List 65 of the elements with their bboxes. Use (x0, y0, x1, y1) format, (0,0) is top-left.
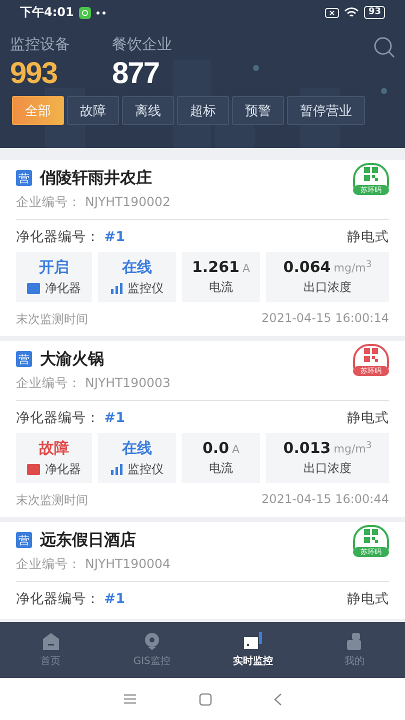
metric-value: 0.0 (202, 439, 230, 457)
last-time-value: 2021-04-15 16:00:14 (262, 311, 389, 327)
status-tag: 营 (16, 351, 32, 367)
metric-value: 0.013 (283, 439, 331, 457)
stat-label: 监控设备 (10, 35, 70, 54)
person-icon (345, 632, 364, 650)
map-pin-icon (142, 632, 161, 650)
metric-label: 出口浓度 (304, 279, 352, 296)
status-label: 监控仪 (128, 280, 164, 296)
search-icon[interactable] (373, 36, 395, 58)
back-icon[interactable] (274, 692, 282, 706)
purifier-number: 净化器编号： #1 (16, 590, 126, 608)
last-time-label: 末次监测时间 (16, 492, 88, 509)
purifier-number: 净化器编号： #1 (16, 409, 126, 427)
qr-code-icon (364, 529, 378, 543)
home-square-icon[interactable] (199, 692, 212, 706)
wifi-icon (344, 7, 360, 18)
status-label: 净化器 (45, 280, 81, 296)
qr-code-icon (364, 167, 378, 181)
purifier-type: 静电式 (347, 228, 389, 246)
signal-bars-icon (110, 464, 122, 474)
sim-icon (325, 8, 340, 18)
house-icon (42, 632, 60, 650)
metric-unit: mg/m$^{3}$ (334, 440, 372, 456)
metric-unit: A (232, 443, 240, 456)
filter-tab[interactable]: 故障 (67, 96, 119, 125)
purifier-type: 静电式 (347, 590, 389, 608)
status-time: 下午4:01 (20, 4, 74, 21)
stat-label: 餐饮企业 (112, 35, 172, 54)
nav-tab[interactable]: 实时监控 (202, 622, 304, 678)
filter-tab[interactable]: 暂停营业 (287, 96, 365, 125)
last-time-label: 末次监测时间 (16, 311, 88, 328)
battery-level: 93 (364, 6, 385, 19)
purifier-type: 静电式 (347, 409, 389, 427)
metric-label: 电流 (209, 279, 233, 296)
status-value: 在线 (122, 258, 152, 276)
metric-value: 0.064 (283, 258, 331, 276)
menu-icon[interactable] (123, 694, 137, 704)
purifier-number: 净化器编号： #1 (16, 228, 126, 246)
filter-tab[interactable]: 超标 (177, 96, 229, 125)
status-value: 开启 (39, 258, 69, 276)
status-label: 监控仪 (128, 460, 164, 478)
app-icon (78, 6, 91, 18)
stat-value: 993 (10, 56, 58, 92)
qr-code-icon (364, 348, 378, 362)
dots-icon (96, 10, 106, 14)
metric-label: 出口浓度 (304, 460, 352, 477)
metric-label: 电流 (209, 460, 233, 477)
filter-tab[interactable]: 预警 (232, 96, 284, 125)
last-time-value: 2021-04-15 16:00:44 (262, 492, 389, 508)
metric-unit: mg/m$^{3}$ (334, 259, 372, 275)
status-tag: 营 (16, 170, 32, 186)
enterprise-name: 俏陵轩雨井农庄 (40, 168, 153, 188)
status-value: 在线 (122, 438, 152, 458)
status-label: 净化器 (45, 460, 81, 478)
monitor-icon (244, 632, 262, 650)
metric-value: 1.261 (192, 258, 240, 276)
status-tag: 营 (16, 532, 32, 548)
metric-unit: A (242, 262, 250, 275)
filter-tab[interactable]: 离线 (122, 96, 174, 125)
stat-value: 877 (112, 56, 160, 92)
status-value: 故障 (39, 438, 69, 458)
enterprise-name: 大渝火锅 (40, 348, 105, 370)
enterprise-name: 远东假日酒店 (40, 530, 137, 550)
signal-bars-icon (110, 282, 122, 294)
